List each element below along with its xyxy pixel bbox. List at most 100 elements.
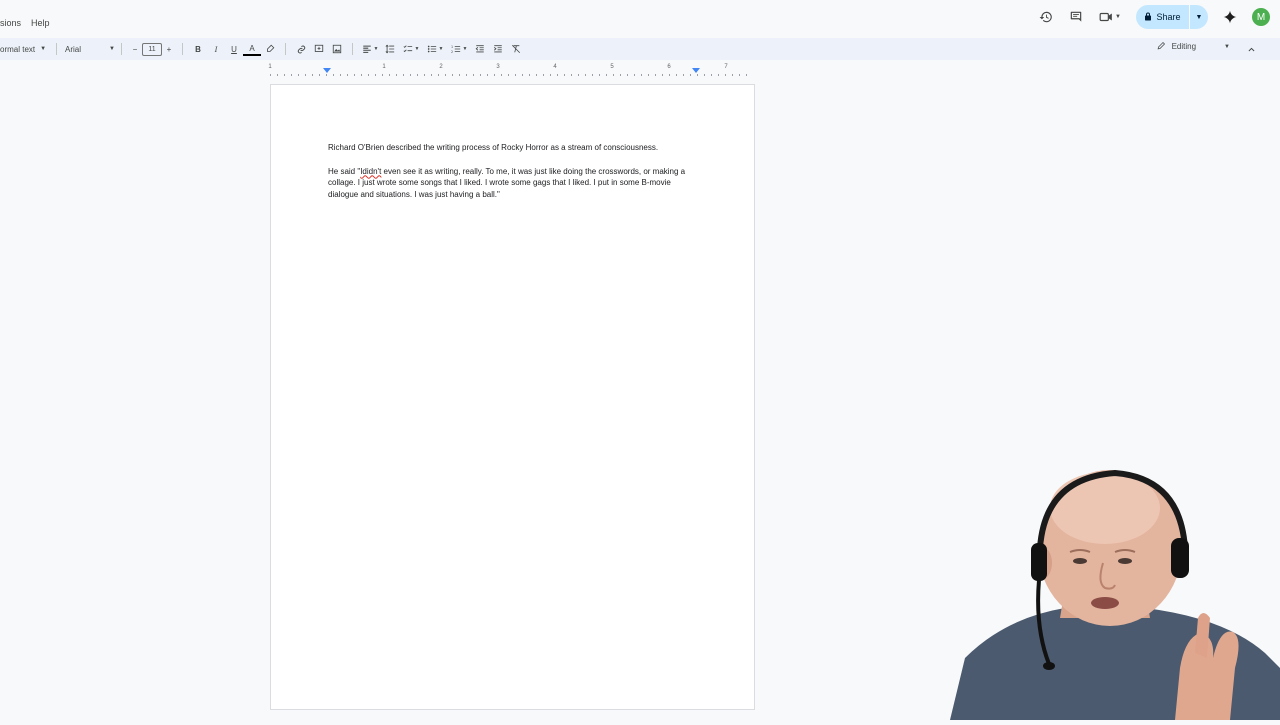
gemini-icon[interactable] (1222, 9, 1238, 25)
ruler-tick (746, 74, 747, 76)
ruler-tick (676, 74, 677, 76)
share-button[interactable]: Share ▼ (1136, 5, 1208, 29)
paragraph-style-select[interactable]: ormal text ▼ (0, 41, 50, 57)
ruler-tick (613, 74, 614, 76)
lock-icon (1144, 12, 1152, 23)
chevron-down-icon: ▼ (109, 46, 115, 52)
ruler-tick (354, 74, 355, 76)
ruler-tick (445, 74, 446, 76)
paragraph[interactable]: He said "Ididn't even see it as writing,… (328, 166, 693, 201)
ruler-tick (333, 74, 334, 76)
menu-help[interactable]: Help (31, 18, 50, 34)
menu-bar: sions Help (0, 18, 50, 34)
share-label: Share (1156, 12, 1181, 22)
ruler-tick (571, 74, 572, 76)
chevron-down-icon: ▼ (462, 46, 468, 52)
document-page[interactable]: Richard O'Brien described the writing pr… (270, 84, 755, 710)
ruler-tick (543, 74, 544, 76)
clear-formatting-icon[interactable] (507, 41, 525, 57)
ruler-tick (634, 74, 635, 76)
ruler-tick (718, 74, 719, 76)
ruler-tick (704, 74, 705, 76)
ruler-tick (522, 74, 523, 76)
line-spacing-icon[interactable] (381, 41, 399, 57)
bulleted-list-icon[interactable]: ▼ (423, 41, 447, 57)
ruler-tick (711, 74, 712, 76)
ruler: 1 1 2 3 4 5 6 7 (268, 64, 754, 76)
insert-image-icon[interactable] (328, 41, 346, 57)
chevron-down-icon: ▼ (438, 46, 444, 52)
ruler-tick (515, 74, 516, 76)
divider (121, 43, 122, 55)
ruler-tick (270, 74, 271, 76)
text-color-button[interactable]: A (243, 42, 261, 56)
align-icon[interactable]: ▼ (359, 41, 381, 57)
ruler-tick (431, 74, 432, 76)
ruler-tick (550, 74, 551, 76)
italic-button[interactable]: I (207, 41, 225, 57)
ruler-tick (466, 74, 467, 76)
paragraph-style-label: ormal text (0, 44, 36, 54)
editing-mode-label: Editing (1171, 42, 1197, 51)
document-body[interactable]: Richard O'Brien described the writing pr… (328, 142, 693, 212)
ruler-tick (319, 74, 320, 76)
ruler-tick (690, 74, 691, 76)
increase-font-size-button[interactable]: + (162, 41, 176, 57)
add-comment-icon[interactable] (310, 41, 328, 57)
editing-mode-select[interactable]: Editing ▼ (1157, 41, 1230, 52)
ruler-tick (480, 74, 481, 76)
avatar[interactable]: M (1252, 8, 1270, 26)
ruler-tick (368, 74, 369, 76)
font-family-select[interactable]: Arial ▼ (65, 41, 115, 57)
checklist-icon[interactable]: ▼ (399, 41, 423, 57)
ruler-tick (277, 74, 278, 76)
ruler-tick (326, 74, 327, 76)
ruler-tick (487, 74, 488, 76)
ruler-label: 7 (724, 64, 728, 70)
collapse-toolbar-icon[interactable] (1244, 41, 1258, 57)
ruler-tick (305, 74, 306, 76)
svg-text:2: 2 (451, 50, 453, 54)
bold-button[interactable]: B (189, 41, 207, 57)
right-indent-marker[interactable] (692, 68, 700, 73)
divider (56, 43, 57, 55)
ruler-tick (620, 74, 621, 76)
text-run: even see it as writing, really. To me, i… (328, 166, 686, 199)
ruler-tick (473, 74, 474, 76)
ruler-tick (585, 74, 586, 76)
decrease-indent-icon[interactable] (471, 41, 489, 57)
menu-extensions[interactable]: sions (0, 18, 21, 34)
ruler-label: 3 (496, 64, 500, 70)
link-icon[interactable] (292, 41, 310, 57)
ruler-tick (655, 74, 656, 76)
ruler-tick (396, 74, 397, 76)
ruler-tick (648, 74, 649, 76)
numbered-list-icon[interactable]: 12 ▼ (447, 41, 471, 57)
ruler-tick (732, 74, 733, 76)
ruler-tick (599, 74, 600, 76)
left-indent-marker[interactable] (323, 68, 331, 73)
ruler-tick (683, 74, 684, 76)
share-dropdown-icon[interactable]: ▼ (1189, 5, 1208, 29)
misspelled-word[interactable]: Ididn't (360, 167, 381, 176)
ruler-tick (564, 74, 565, 76)
video-call-icon[interactable]: ▼ (1098, 9, 1122, 25)
ruler-tick (536, 74, 537, 76)
underline-button[interactable]: U (225, 41, 243, 57)
increase-indent-icon[interactable] (489, 41, 507, 57)
history-icon[interactable] (1038, 9, 1054, 25)
ruler-tick (529, 74, 530, 76)
ruler-label: 1 (382, 64, 386, 70)
ruler-tick (438, 74, 439, 76)
text-run: He said " (328, 166, 361, 176)
ruler-label: 2 (439, 64, 443, 70)
svg-text:1: 1 (451, 45, 453, 49)
ruler-tick (417, 74, 418, 76)
decrease-font-size-button[interactable]: − (128, 41, 142, 57)
ruler-tick (347, 74, 348, 76)
highlight-color-icon[interactable] (261, 41, 279, 57)
font-size-input[interactable]: 11 (142, 42, 162, 56)
paragraph[interactable]: Richard O'Brien described the writing pr… (328, 142, 693, 154)
comment-icon[interactable] (1068, 9, 1084, 25)
ruler-tick (662, 74, 663, 76)
